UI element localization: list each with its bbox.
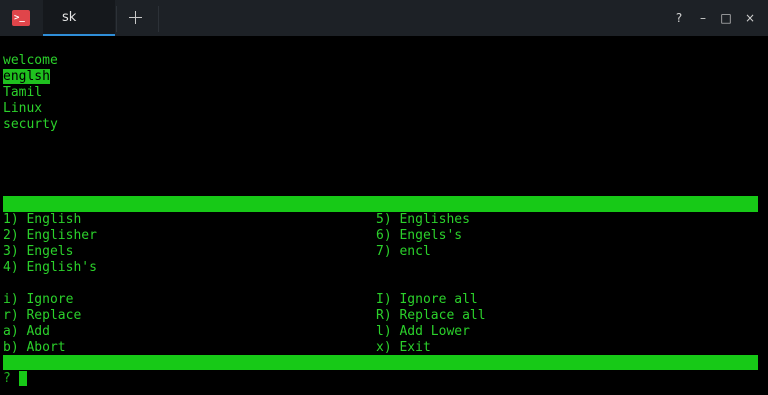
title-bar: >_ sk ? – □ × [0, 0, 768, 36]
action-item: R) Replace all [376, 308, 486, 323]
status-bar-top [3, 196, 758, 212]
maximize-icon[interactable]: □ [719, 11, 733, 25]
terminal-app-icon[interactable]: >_ [12, 10, 30, 26]
suggestion-item: 7) encl [376, 244, 431, 259]
new-tab-plus-icon[interactable] [126, 8, 146, 28]
misspelled-word: englsh [3, 69, 50, 84]
tab-label: sk [62, 10, 77, 25]
action-item: I) Ignore all [376, 292, 478, 307]
minimize-icon[interactable]: – [696, 11, 710, 25]
suggestion-item: 2) Englisher [3, 228, 97, 243]
suggestion-item: 6) Engels's [376, 228, 463, 243]
tab-separator [158, 6, 159, 32]
suggestion-item: 1) English [3, 212, 82, 227]
suggestion-item: 4) English's [3, 260, 97, 275]
action-item: b) Abort [3, 340, 66, 355]
help-icon[interactable]: ? [672, 11, 686, 25]
document-line: securty [3, 117, 58, 132]
action-item: l) Add Lower [376, 324, 470, 339]
document-line: Tamil [3, 85, 43, 100]
action-item: r) Replace [3, 308, 82, 323]
action-item: a) Add [3, 324, 50, 339]
action-item: x) Exit [376, 340, 431, 355]
tab-separator [116, 6, 117, 32]
action-item: i) Ignore [3, 292, 74, 307]
tab-sk[interactable]: sk [43, 0, 115, 36]
input-prompt: ? [3, 371, 11, 386]
text-cursor[interactable] [19, 371, 27, 386]
suggestion-item: 5) Englishes [376, 212, 470, 227]
active-tab-indicator [43, 34, 115, 36]
document-line: Linux [3, 101, 43, 116]
document-line: welcome [3, 53, 58, 68]
close-icon[interactable]: × [743, 11, 757, 25]
suggestion-item: 3) Engels [3, 244, 74, 259]
status-bar-bottom [3, 355, 758, 370]
document-line-misspelled-highlight: englsh [3, 69, 50, 85]
